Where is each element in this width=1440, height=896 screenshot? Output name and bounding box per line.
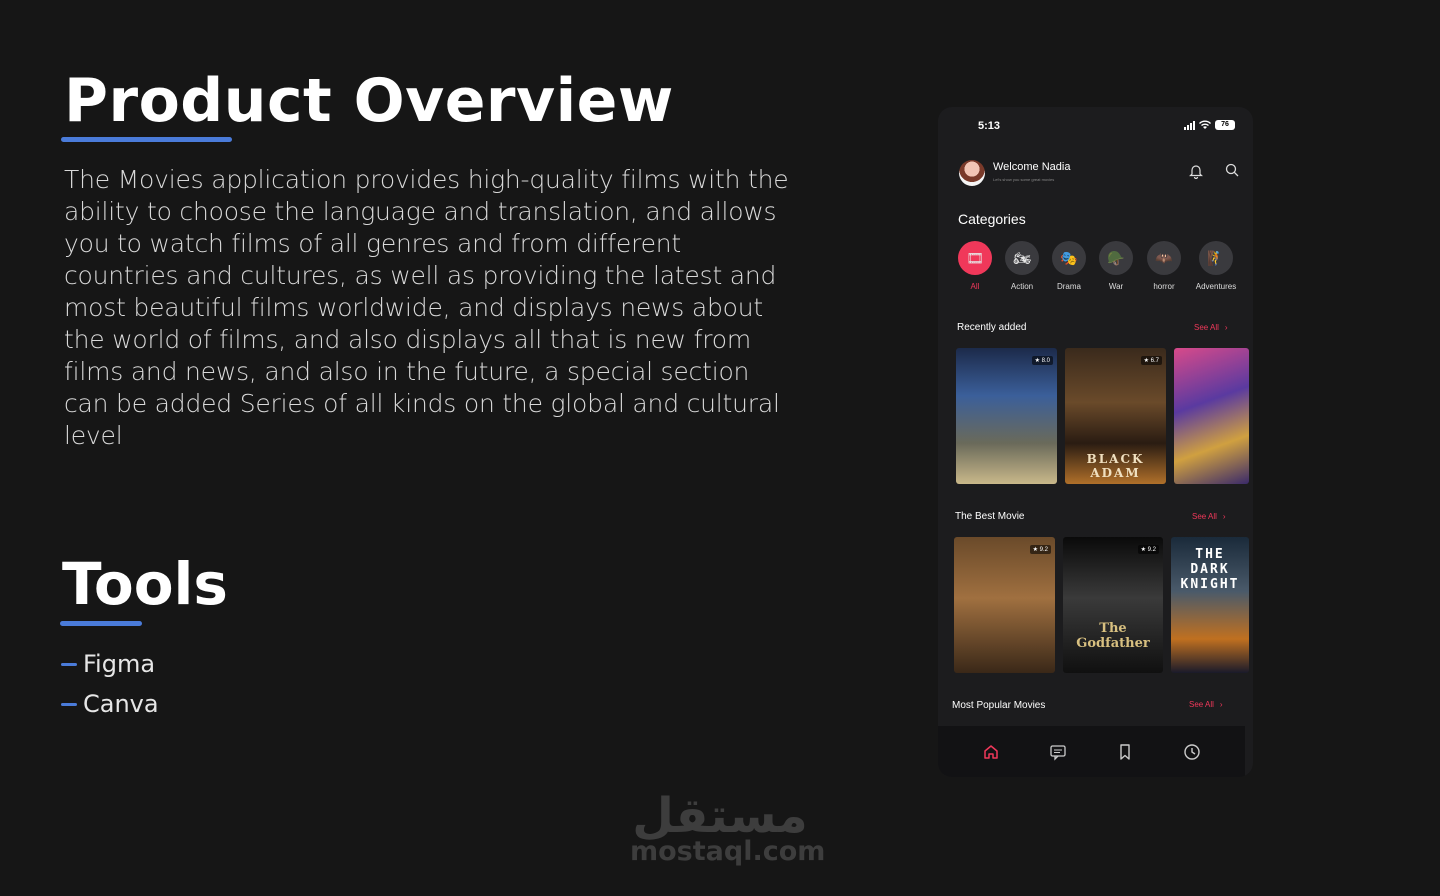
drama-icon: 🎭	[1052, 241, 1086, 275]
see-all-label: See All	[1192, 512, 1217, 521]
poster-shawshank[interactable]: ★ 9.2	[954, 537, 1055, 673]
tool-item-figma: Figma	[61, 650, 155, 678]
all-icon: 🎞	[958, 241, 992, 275]
chevron-right-icon: ›	[1219, 700, 1223, 709]
poster-dark-knight[interactable]: THE DARK KNIGHT	[1171, 537, 1249, 673]
category-label: Action	[1010, 282, 1034, 291]
poster-avatar[interactable]: ★ 8.0	[956, 348, 1057, 484]
tool-label: Canva	[83, 690, 159, 718]
search-icon[interactable]	[1225, 163, 1239, 177]
category-action[interactable]: 🏍 Action	[999, 241, 1045, 291]
avatar[interactable]	[959, 160, 985, 186]
dash-icon	[61, 662, 77, 666]
welcome-text: Welcome Nadia	[993, 161, 1071, 173]
rating-badge: ★ 6.7	[1140, 356, 1162, 365]
battery-icon: 76	[1215, 120, 1235, 130]
categories-title: Categories	[958, 211, 1026, 227]
title-underline	[61, 137, 232, 142]
news-icon[interactable]	[1049, 743, 1067, 761]
poster-black-adam[interactable]: ★ 6.7 BLACK ADAM	[1065, 348, 1166, 484]
best-movie-see-all[interactable]: See All ›	[1192, 512, 1226, 521]
dash-icon	[61, 702, 77, 706]
best-movie-title: The Best Movie	[955, 511, 1025, 522]
rating-badge: ★ 9.2	[1137, 545, 1159, 554]
category-label: horror	[1153, 282, 1175, 291]
page-title: Product Overview	[64, 66, 674, 136]
category-adventures[interactable]: 🧗 Adventures	[1193, 241, 1239, 291]
bell-icon[interactable]	[1189, 163, 1203, 179]
recently-added-see-all[interactable]: See All ›	[1194, 323, 1228, 332]
category-label: Adventures	[1195, 282, 1237, 291]
poster-thor[interactable]	[1174, 348, 1249, 484]
watermark-logo: مستقل mostaql.com	[630, 788, 826, 867]
status-icons: 76	[1184, 120, 1235, 130]
category-horror[interactable]: 🦇 horror	[1141, 241, 1187, 291]
bookmark-icon[interactable]	[1116, 743, 1134, 761]
adventures-icon: 🧗	[1199, 241, 1233, 275]
category-label: All	[970, 282, 980, 291]
chevron-right-icon: ›	[1224, 323, 1228, 332]
tools-underline	[60, 621, 142, 626]
home-icon[interactable]	[982, 743, 1000, 761]
signal-icon	[1184, 120, 1195, 130]
popular-see-all[interactable]: See All ›	[1189, 700, 1223, 709]
category-label: Drama	[1056, 282, 1081, 291]
see-all-label: See All	[1194, 323, 1219, 332]
rating-badge: ★ 8.0	[1031, 356, 1053, 365]
rating-badge: ★ 9.2	[1029, 545, 1051, 554]
overview-paragraph: The Movies application provides high-qua…	[64, 165, 789, 450]
popular-title: Most Popular Movies	[952, 700, 1046, 711]
poster-godfather[interactable]: ★ 9.2 The Godfather	[1063, 537, 1163, 673]
watermark-arabic: مستقل	[632, 788, 808, 844]
poster-title: BLACK ADAM	[1086, 452, 1145, 480]
chevron-right-icon: ›	[1222, 512, 1226, 521]
category-war[interactable]: 🪖 War	[1093, 241, 1139, 291]
status-time: 5:13	[978, 120, 1001, 132]
tool-item-canva: Canva	[61, 690, 159, 718]
phone-mockup: 5:13 76 Welcome Nadia Let's show you som…	[938, 107, 1253, 777]
watermark-latin: mostaql.com	[630, 836, 826, 867]
bottom-nav	[938, 726, 1245, 777]
wifi-icon	[1199, 120, 1211, 129]
action-icon: 🏍	[1005, 241, 1039, 275]
poster-title: THE DARK KNIGHT	[1180, 547, 1240, 592]
category-drama[interactable]: 🎭 Drama	[1046, 241, 1092, 291]
war-icon: 🪖	[1099, 241, 1133, 275]
category-all[interactable]: 🎞 All	[952, 241, 998, 291]
recently-added-title: Recently added	[957, 322, 1027, 333]
horror-icon: 🦇	[1147, 241, 1181, 275]
poster-title: The Godfather	[1076, 621, 1150, 651]
category-label: War	[1108, 282, 1124, 291]
tools-title: Tools	[62, 550, 228, 618]
tool-label: Figma	[83, 650, 156, 678]
welcome-subtext: Let's show you some great movies	[993, 177, 1055, 182]
see-all-label: See All	[1189, 700, 1214, 709]
history-icon[interactable]	[1183, 743, 1201, 761]
